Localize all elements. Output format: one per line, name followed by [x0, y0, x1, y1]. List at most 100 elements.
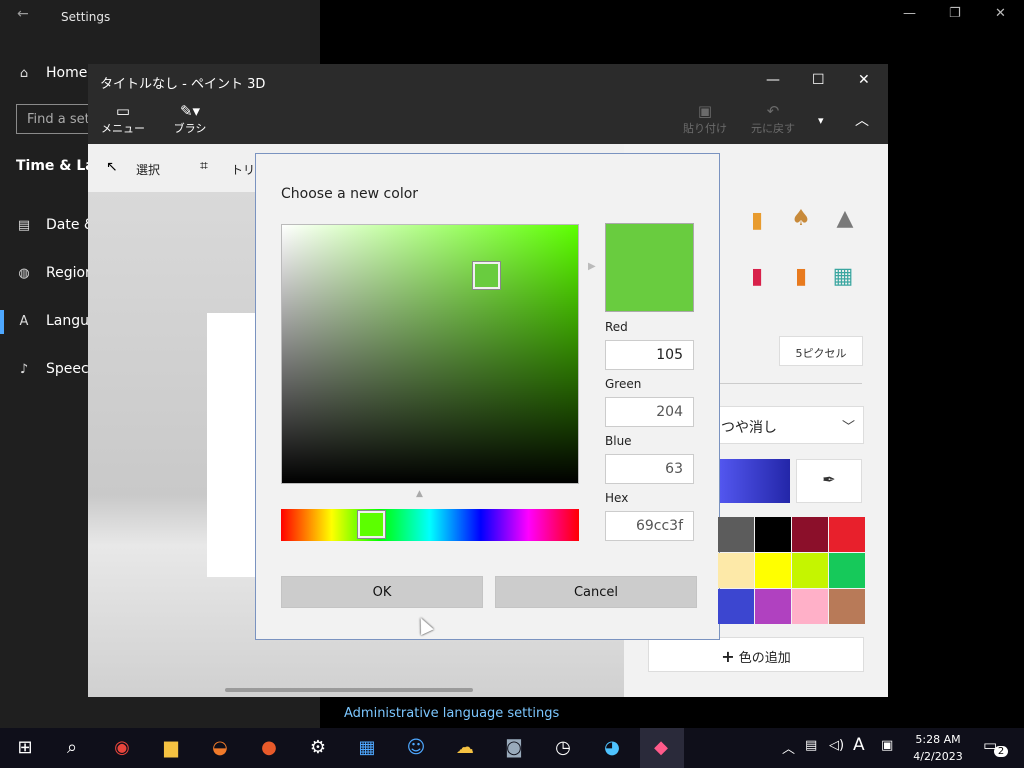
- clock-app-icon[interactable]: ◷: [548, 733, 578, 763]
- weather-icon[interactable]: ☁: [450, 733, 480, 763]
- cancel-button[interactable]: Cancel: [495, 576, 697, 608]
- undo-button[interactable]: ↶ 元に戻す: [748, 102, 798, 136]
- nav-region[interactable]: ◍ Region: [16, 261, 94, 285]
- search-icon[interactable]: ⌕: [57, 733, 87, 763]
- close-icon[interactable]: ✕: [995, 6, 1006, 21]
- chrome-icon[interactable]: ◉: [107, 733, 137, 763]
- minimize-icon[interactable]: —: [903, 6, 916, 21]
- notification-count-badge: 2: [994, 746, 1008, 757]
- green-input[interactable]: 204: [605, 397, 694, 427]
- hue-marker-icon: ▲: [416, 489, 423, 499]
- chevron-down-icon: ﹀: [841, 420, 855, 435]
- taskbar: ⊞ ⌕ ◉ ▆ ◒ ● ⚙ ▦ ☺ ☁ ◙ ◷ ◕ ◆ ︿ ▤ ◁) A ▣ 5…: [0, 728, 1024, 768]
- undo-icon: ↶: [766, 102, 780, 120]
- hue-slider[interactable]: [281, 509, 579, 541]
- red-input[interactable]: 105: [605, 340, 694, 370]
- collapse-chevron-icon[interactable]: ︿: [855, 110, 869, 130]
- current-color-swatch[interactable]: [719, 459, 790, 503]
- finish-dropdown[interactable]: つや消し ﹀: [712, 406, 864, 444]
- crayon-icon[interactable]: ▮: [744, 264, 770, 302]
- saturation-value-field[interactable]: [281, 224, 579, 484]
- pen-brush-icon[interactable]: ▲: [832, 206, 858, 244]
- marker-brush-icon[interactable]: ▮: [744, 208, 770, 246]
- palette-swatch[interactable]: [755, 553, 791, 588]
- palette-swatch[interactable]: [829, 553, 865, 588]
- palette-swatch[interactable]: [829, 517, 865, 552]
- nav-speech[interactable]: ♪ Speech: [16, 357, 98, 381]
- maps-pin-icon[interactable]: ●: [254, 733, 284, 763]
- palette-swatch[interactable]: [792, 589, 828, 624]
- palette-swatch[interactable]: [755, 589, 791, 624]
- paint-titlebar: タイトルなし - ペイント 3D — ☐ ✕: [88, 64, 888, 100]
- clock-time: 5:28 AM: [915, 733, 961, 746]
- palette-swatch[interactable]: [792, 517, 828, 552]
- add-color-button[interactable]: + 色の追加: [648, 637, 864, 672]
- size-field[interactable]: 5ピクセル: [779, 336, 863, 366]
- brush-button[interactable]: ✎▾ ブラシ: [165, 102, 215, 136]
- tips-bulb-icon[interactable]: ◕: [597, 733, 627, 763]
- restore-icon[interactable]: ❐: [949, 6, 961, 21]
- nav-home[interactable]: ⌂ Home: [16, 61, 87, 85]
- paint-close-icon[interactable]: ✕: [858, 72, 870, 88]
- fill-bucket-icon[interactable]: ▦: [830, 264, 856, 302]
- select-pointer-icon: ↖: [106, 159, 118, 175]
- paint-title: タイトルなし - ペイント 3D: [100, 77, 266, 92]
- paste-button[interactable]: ▣ 貼り付け: [680, 102, 730, 136]
- ok-button[interactable]: OK: [281, 576, 483, 608]
- nav-home-label: Home: [46, 65, 88, 81]
- show-hidden-icons-chevron-icon[interactable]: ︿: [782, 738, 795, 757]
- brush-label: ブラシ: [173, 122, 207, 135]
- hex-input[interactable]: 69cc3f: [605, 511, 694, 541]
- clock-date: 4/2/2023: [913, 750, 963, 763]
- folder-icon: ▭: [115, 102, 131, 120]
- calendar-clock-icon: ▤: [17, 217, 31, 233]
- hex-label: Hex: [605, 491, 629, 505]
- volume-icon[interactable]: ◁): [829, 738, 844, 753]
- finish-label: つや消し: [721, 420, 777, 436]
- select-tool-label[interactable]: 選択: [136, 161, 160, 178]
- oil-brush-icon[interactable]: ♠: [788, 206, 814, 244]
- microphone-icon: ♪: [19, 361, 29, 377]
- menu-button[interactable]: ▭ メニュー: [98, 102, 148, 136]
- network-icon[interactable]: ▤: [805, 738, 817, 753]
- eyedropper-button[interactable]: ✒: [796, 459, 862, 503]
- size-slider[interactable]: [720, 383, 862, 384]
- palette-swatch[interactable]: [829, 589, 865, 624]
- camera-icon[interactable]: ◙: [499, 733, 529, 763]
- hue-handle[interactable]: [358, 511, 385, 538]
- nav-language[interactable]: A Langua: [16, 309, 98, 333]
- palette-swatch[interactable]: [792, 553, 828, 588]
- paint-maximize-icon[interactable]: ☐: [812, 72, 825, 88]
- paint3d-icon[interactable]: ◆: [646, 733, 676, 763]
- store-icon[interactable]: ▦: [352, 733, 382, 763]
- spray-can-icon[interactable]: ▮: [788, 264, 814, 302]
- palette-swatch[interactable]: [718, 589, 754, 624]
- palette-swatch[interactable]: [718, 517, 754, 552]
- eyedropper-icon: ✒: [822, 470, 836, 489]
- admin-language-link[interactable]: Administrative language settings: [344, 706, 559, 721]
- settings-title: Settings: [61, 10, 111, 24]
- settings-gear-icon[interactable]: ⚙: [303, 733, 333, 763]
- home-icon: ⌂: [19, 65, 29, 81]
- system-clock[interactable]: 5:28 AM 4/2/2023: [908, 731, 968, 765]
- nav-date-time[interactable]: ▤ Date &: [16, 213, 95, 237]
- color-picker-dialog: Choose a new color ▲ ▶ Red 105 Green 204…: [255, 153, 720, 640]
- sv-handle[interactable]: [473, 262, 500, 289]
- green-label: Green: [605, 377, 642, 391]
- ime-pad-icon[interactable]: ▣: [881, 738, 893, 753]
- ime-mode[interactable]: A: [853, 735, 865, 755]
- windows-start-icon[interactable]: ⊞: [10, 733, 40, 763]
- horizontal-scrollbar[interactable]: [225, 688, 473, 692]
- paint-toolbar: ▭ メニュー ✎▾ ブラシ ▣ 貼り付け ↶ 元に戻す ▾ ︿: [88, 100, 888, 144]
- file-explorer-icon[interactable]: ▆: [156, 733, 186, 763]
- palette-swatch[interactable]: [718, 553, 754, 588]
- app-orange-icon[interactable]: ◒: [205, 733, 235, 763]
- paint-minimize-icon[interactable]: —: [766, 72, 780, 88]
- palette-swatch[interactable]: [755, 517, 791, 552]
- language-icon: A: [19, 313, 29, 329]
- people-icon[interactable]: ☺: [401, 733, 431, 763]
- back-arrow-icon[interactable]: ←: [17, 6, 29, 22]
- plus-icon: +: [721, 647, 735, 666]
- dropdown-caret-icon[interactable]: ▾: [818, 114, 824, 127]
- blue-input[interactable]: 63: [605, 454, 694, 484]
